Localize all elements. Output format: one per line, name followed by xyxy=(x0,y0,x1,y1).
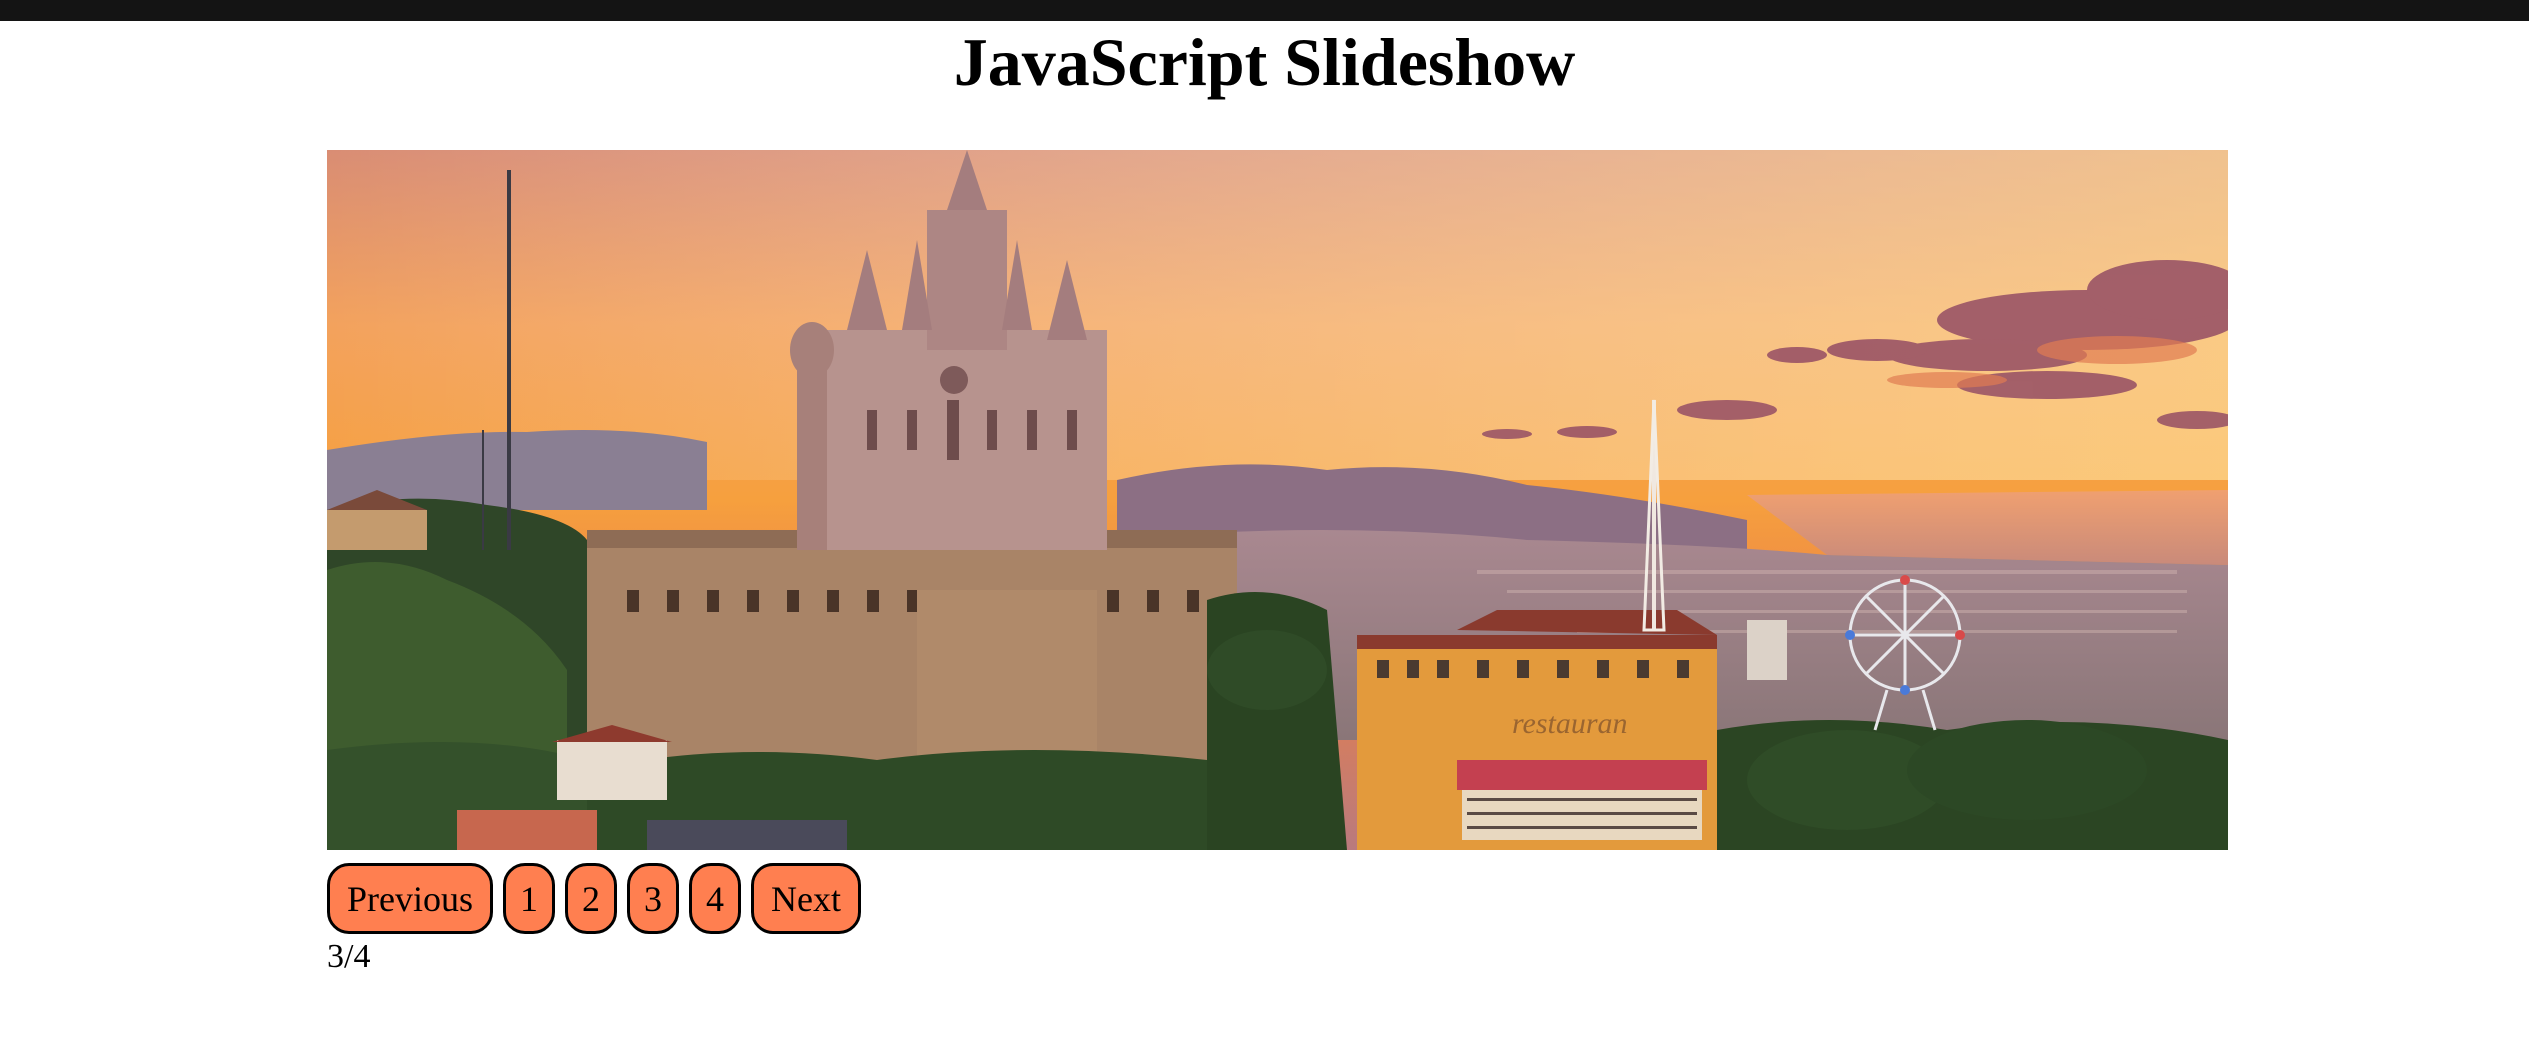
page-title: JavaScript Slideshow xyxy=(953,24,1576,100)
restaurant-sign: restauran xyxy=(1512,707,1628,740)
previous-button[interactable]: Previous xyxy=(327,863,493,934)
slideshow-controls: Previous 1 2 3 4 Next xyxy=(327,863,861,934)
next-button[interactable]: Next xyxy=(751,863,861,934)
slide-dot-4[interactable]: 4 xyxy=(689,863,741,934)
slide-dot-1[interactable]: 1 xyxy=(503,863,555,934)
slide-counter: 3/4 xyxy=(327,938,371,975)
slide-dot-3[interactable]: 3 xyxy=(627,863,679,934)
top-bar xyxy=(0,0,2529,21)
slide-image: restauran xyxy=(327,150,2228,850)
slide-dot-2[interactable]: 2 xyxy=(565,863,617,934)
